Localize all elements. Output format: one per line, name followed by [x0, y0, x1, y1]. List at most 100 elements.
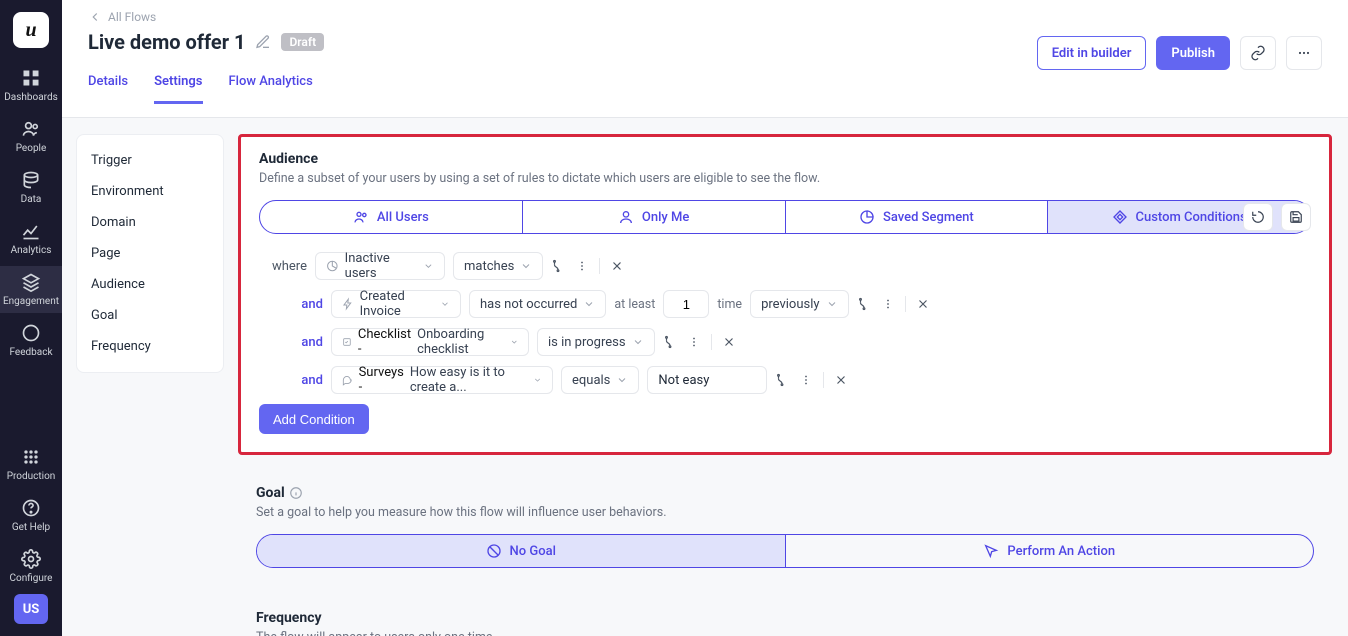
cursor-icon: [983, 543, 999, 559]
menu-goal[interactable]: Goal: [77, 300, 223, 331]
people-icon: [21, 119, 41, 139]
goal-options: No Goal Perform An Action: [256, 534, 1314, 568]
dots-vertical-icon[interactable]: [881, 297, 895, 311]
sidebar-item-gethelp[interactable]: Get Help: [0, 492, 62, 539]
subject-select[interactable]: Surveys - How easy is it to create a...: [331, 366, 553, 394]
branch-icon[interactable]: [775, 373, 789, 387]
link-button[interactable]: [1240, 36, 1276, 70]
seg-only-me[interactable]: Only Me: [522, 201, 785, 233]
subject-select[interactable]: Inactive users: [315, 252, 445, 280]
arrow-left-icon: [88, 10, 102, 24]
dots-vertical-icon[interactable]: [799, 373, 813, 387]
menu-page[interactable]: Page: [77, 238, 223, 269]
tab-settings[interactable]: Settings: [154, 74, 202, 104]
add-condition-button[interactable]: Add Condition: [259, 404, 369, 434]
undo-icon: [1251, 210, 1265, 224]
save-button[interactable]: [1281, 203, 1311, 231]
subject-text: Onboarding checklist: [417, 327, 503, 357]
op-text: has not occurred: [480, 297, 577, 312]
subject-select[interactable]: Checklist - Onboarding checklist: [331, 328, 529, 356]
checklist-icon: [342, 335, 352, 349]
chevron-down-icon: [616, 374, 628, 386]
subject-prefix: Surveys -: [359, 365, 404, 395]
branch-icon[interactable]: [551, 259, 565, 273]
undo-button[interactable]: [1243, 203, 1273, 231]
subject-text: How easy is it to create a...: [410, 365, 527, 395]
operator-select[interactable]: equals: [561, 366, 639, 394]
chevron-down-icon: [423, 260, 434, 272]
frequency-section: Frequency The flow will appear to users …: [238, 604, 1332, 636]
op-text: is in progress: [548, 335, 626, 350]
sidebar-item-people[interactable]: People: [0, 113, 62, 160]
chevron-down-icon: [440, 298, 450, 310]
dots-vertical-icon[interactable]: [575, 259, 589, 273]
sidebar-item-feedback[interactable]: Feedback: [0, 317, 62, 364]
page-title: Live demo offer 1: [88, 30, 245, 54]
branch-icon[interactable]: [857, 297, 871, 311]
goal-desc: Set a goal to help you measure how this …: [256, 505, 1314, 520]
sidebar-item-data[interactable]: Data: [0, 164, 62, 211]
seg-all-users[interactable]: All Users: [260, 201, 522, 233]
op-text: equals: [572, 373, 610, 388]
chevron-down-icon: [826, 298, 838, 310]
sidebar-item-engagement[interactable]: Engagement: [0, 266, 62, 313]
goal-perform-action[interactable]: Perform An Action: [785, 535, 1314, 567]
sidebar-item-dashboards[interactable]: Dashboards: [0, 62, 62, 109]
goal-title: Goal: [256, 485, 285, 501]
pencil-icon[interactable]: [255, 34, 271, 50]
menu-audience[interactable]: Audience: [77, 269, 223, 300]
edit-in-builder-button[interactable]: Edit in builder: [1037, 36, 1147, 70]
dots-vertical-icon[interactable]: [687, 335, 701, 349]
tab-flow-analytics[interactable]: Flow Analytics: [229, 74, 313, 104]
help-icon: [21, 498, 41, 518]
operator-select[interactable]: is in progress: [537, 328, 655, 356]
publish-button[interactable]: Publish: [1156, 36, 1230, 70]
condition-row: and Created Invoice has not occurred at …: [259, 290, 1311, 318]
audience-title: Audience: [259, 151, 1311, 167]
sidebar-label: Data: [21, 194, 42, 205]
close-icon[interactable]: [916, 297, 930, 311]
chevron-down-icon: [533, 374, 542, 386]
operator-select[interactable]: has not occurred: [469, 290, 606, 318]
sidebar-item-configure[interactable]: Configure: [0, 543, 62, 590]
close-icon[interactable]: [722, 335, 736, 349]
sidebar-label: Dashboards: [4, 92, 58, 103]
database-icon: [21, 170, 41, 190]
count-input[interactable]: [663, 290, 709, 318]
count-field[interactable]: [671, 297, 701, 312]
workspace-badge[interactable]: US: [14, 594, 48, 624]
menu-trigger[interactable]: Trigger: [77, 145, 223, 176]
more-button[interactable]: [1286, 36, 1322, 70]
frequency-desc: The flow will appear to users only one t…: [256, 630, 1314, 636]
save-icon: [1289, 210, 1303, 224]
back-link[interactable]: All Flows: [88, 10, 1322, 24]
seg-saved-segment[interactable]: Saved Segment: [785, 201, 1048, 233]
chevron-down-icon: [510, 336, 519, 348]
gear-icon: [21, 549, 41, 569]
operator-select[interactable]: matches: [453, 252, 543, 280]
link-icon: [1250, 45, 1266, 61]
seg-label: Only Me: [642, 210, 689, 225]
sidebar-label: Get Help: [12, 522, 50, 533]
sidebar-item-analytics[interactable]: Analytics: [0, 215, 62, 262]
subject-select[interactable]: Created Invoice: [331, 290, 461, 318]
menu-frequency[interactable]: Frequency: [77, 331, 223, 362]
timeframe-text: previously: [761, 297, 819, 312]
close-icon[interactable]: [834, 373, 848, 387]
sidebar-item-production[interactable]: Production: [0, 441, 62, 488]
topbar: All Flows Live demo offer 1 Draft Edit i…: [62, 0, 1348, 118]
menu-environment[interactable]: Environment: [77, 176, 223, 207]
pie-icon: [859, 209, 875, 225]
goal-no-goal[interactable]: No Goal: [257, 535, 785, 567]
frequency-title: Frequency: [256, 610, 1314, 626]
timeframe-select[interactable]: previously: [750, 290, 848, 318]
status-badge: Draft: [281, 33, 324, 51]
menu-domain[interactable]: Domain: [77, 207, 223, 238]
tab-details[interactable]: Details: [88, 74, 128, 104]
branch-icon[interactable]: [663, 335, 677, 349]
value-input[interactable]: Not easy: [647, 366, 767, 394]
chat-icon: [342, 373, 353, 387]
audience-section: Audience Define a subset of your users b…: [238, 134, 1332, 455]
close-icon[interactable]: [610, 259, 624, 273]
person-icon: [618, 209, 634, 225]
